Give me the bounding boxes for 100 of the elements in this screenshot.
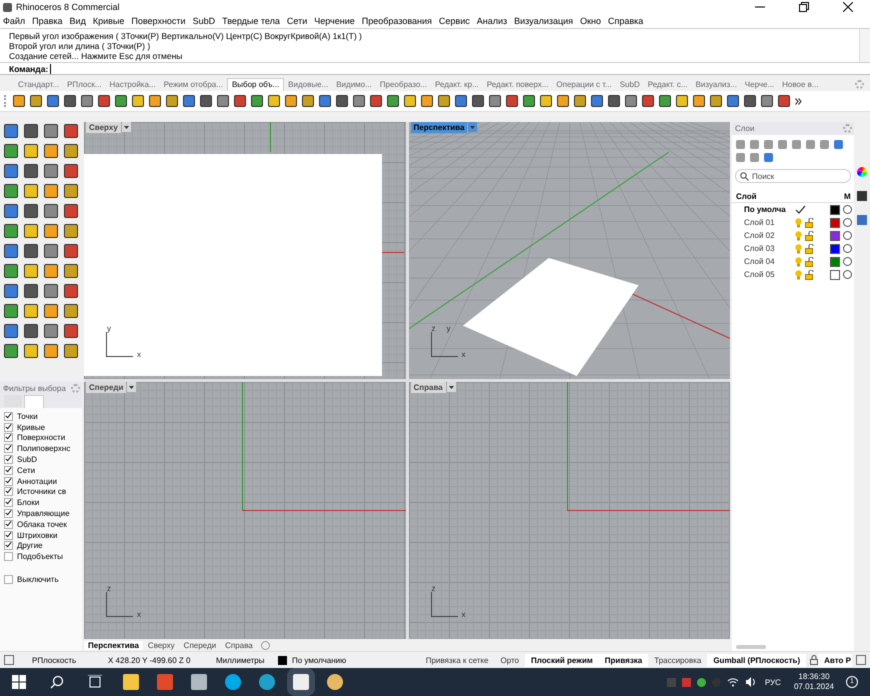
toolbar-icon[interactable]: [115, 95, 127, 107]
tool-icon[interactable]: [4, 224, 18, 238]
menu-item[interactable]: Сети: [286, 16, 308, 26]
toolbar-icon[interactable]: [370, 95, 382, 107]
layer-color-swatch[interactable]: [830, 256, 840, 266]
checkbox[interactable]: [4, 575, 13, 584]
dropdown-caret-icon[interactable]: [122, 122, 131, 132]
viewport-tab[interactable]: Перспектива: [84, 640, 143, 650]
toolbar-tab[interactable]: Черче...: [740, 79, 778, 91]
viewport[interactable]: Перспектива z y x: [408, 122, 730, 379]
close-icon[interactable]: [843, 2, 853, 12]
tool-icon[interactable]: [24, 184, 38, 198]
lock-icon[interactable]: [805, 256, 814, 266]
command-field[interactable]: Команда:: [0, 63, 870, 74]
toolbar-tab[interactable]: Визуализ...: [692, 79, 741, 91]
tool-icon[interactable]: [64, 144, 78, 158]
layer-color-swatch[interactable]: [830, 218, 840, 228]
status-toggle[interactable]: Трассировка: [648, 654, 708, 666]
toolbar-icon[interactable]: [251, 95, 263, 107]
tool-icon[interactable]: [64, 184, 78, 198]
menu-item[interactable]: Преобразования: [362, 16, 432, 26]
menu-item[interactable]: Файл: [3, 16, 26, 26]
checkbox[interactable]: [4, 433, 13, 442]
tool-icon[interactable]: [44, 144, 58, 158]
tool-icon[interactable]: [4, 124, 18, 138]
status-toggle[interactable]: Привязка: [598, 654, 648, 666]
layer-name[interactable]: Слой 01: [744, 218, 792, 227]
toolbar-icon[interactable]: [353, 95, 365, 107]
toolbar-icon[interactable]: [421, 95, 433, 107]
toolbar-tab[interactable]: Режим отобра...: [160, 79, 227, 91]
toolbar-icon[interactable]: [489, 95, 501, 107]
toolbar-tab[interactable]: SubD: [616, 79, 644, 91]
tool-icon[interactable]: [64, 344, 78, 358]
toolbar-tab[interactable]: Настройка...: [106, 79, 160, 91]
toolbar-icon[interactable]: [676, 95, 688, 107]
checkbox[interactable]: [4, 412, 13, 421]
tool-icon[interactable]: [64, 264, 78, 278]
toolbar-icon[interactable]: [744, 95, 756, 107]
search-icon[interactable]: [50, 675, 64, 689]
language-indicator[interactable]: РУС: [764, 678, 781, 686]
layer-name[interactable]: Слой 04: [744, 257, 792, 266]
viewport-title[interactable]: Сверху: [86, 122, 121, 133]
toolbar-icon[interactable]: [727, 95, 739, 107]
tool-icon[interactable]: [24, 304, 38, 318]
tool-icon[interactable]: [44, 304, 58, 318]
tool-icon[interactable]: [4, 304, 18, 318]
toolbar-icon[interactable]: [387, 95, 399, 107]
toolbar-icon[interactable]: [404, 95, 416, 107]
tool-icon[interactable]: [44, 264, 58, 278]
lock-icon[interactable]: [805, 270, 814, 280]
viewport[interactable]: Справа z x: [408, 382, 730, 639]
menu-item[interactable]: Визуализация: [514, 16, 574, 26]
checkbox[interactable]: [4, 520, 13, 529]
current-layer[interactable]: По умолчанию: [292, 656, 358, 664]
toolbar-icon[interactable]: [200, 95, 212, 107]
tool-icon[interactable]: [44, 204, 58, 218]
checkbox[interactable]: [4, 476, 13, 486]
menu-item[interactable]: Справка: [608, 16, 644, 26]
checkbox[interactable]: [4, 444, 13, 454]
chevron-icon[interactable]: [795, 98, 802, 104]
menu-item[interactable]: Черчение: [314, 16, 355, 26]
toolbar-icon[interactable]: [761, 95, 773, 107]
dropdown-caret-icon[interactable]: [468, 122, 478, 132]
dropdown-caret-icon[interactable]: [446, 382, 456, 392]
toolbar-icon[interactable]: [336, 95, 348, 107]
checkbox[interactable]: [4, 552, 13, 562]
toolbar-icon[interactable]: [608, 95, 620, 107]
layer-color-swatch[interactable]: [830, 204, 840, 214]
toolbar-tab[interactable]: Стандарт...: [14, 79, 64, 91]
status-toggle[interactable]: Авто Р: [818, 654, 852, 666]
scrollbar[interactable]: [859, 29, 870, 62]
tool-icon[interactable]: [4, 324, 18, 338]
layer-name[interactable]: Слой 05: [744, 270, 792, 279]
toolbar-icon[interactable]: [540, 95, 552, 107]
toolbar-icon[interactable]: [319, 95, 331, 107]
toolbar-tab[interactable]: Новое в...: [778, 79, 823, 91]
tool-icon[interactable]: [4, 204, 18, 218]
toolbar-icon[interactable]: [149, 95, 161, 107]
tool-icon[interactable]: [4, 264, 18, 278]
color-wheel-icon[interactable]: [857, 167, 867, 177]
tool-icon[interactable]: [4, 144, 18, 158]
viewport-tab[interactable]: Справа: [221, 640, 257, 650]
volume-icon[interactable]: [744, 677, 757, 687]
tool-icon[interactable]: [44, 184, 58, 198]
tool-icon[interactable]: [44, 164, 58, 178]
viewport-tab[interactable]: Сверху: [144, 640, 179, 650]
units-label[interactable]: Миллиметры: [216, 656, 278, 664]
tool-icon[interactable]: [4, 184, 18, 198]
toolbar-icon[interactable]: [778, 95, 790, 107]
tool-icon[interactable]: [64, 304, 78, 318]
tool-icon[interactable]: [44, 124, 58, 138]
checkbox[interactable]: [4, 487, 13, 496]
toolbar-icon[interactable]: [506, 95, 518, 107]
layer-color-swatch[interactable]: [830, 244, 840, 254]
menu-item[interactable]: Сервис: [438, 16, 470, 26]
checkbox[interactable]: [4, 466, 13, 475]
panel-toggle-icon[interactable]: [4, 655, 14, 665]
column-header[interactable]: Слой: [732, 192, 844, 200]
lock-icon[interactable]: [805, 230, 814, 240]
toolbar-icon[interactable]: [625, 95, 637, 107]
